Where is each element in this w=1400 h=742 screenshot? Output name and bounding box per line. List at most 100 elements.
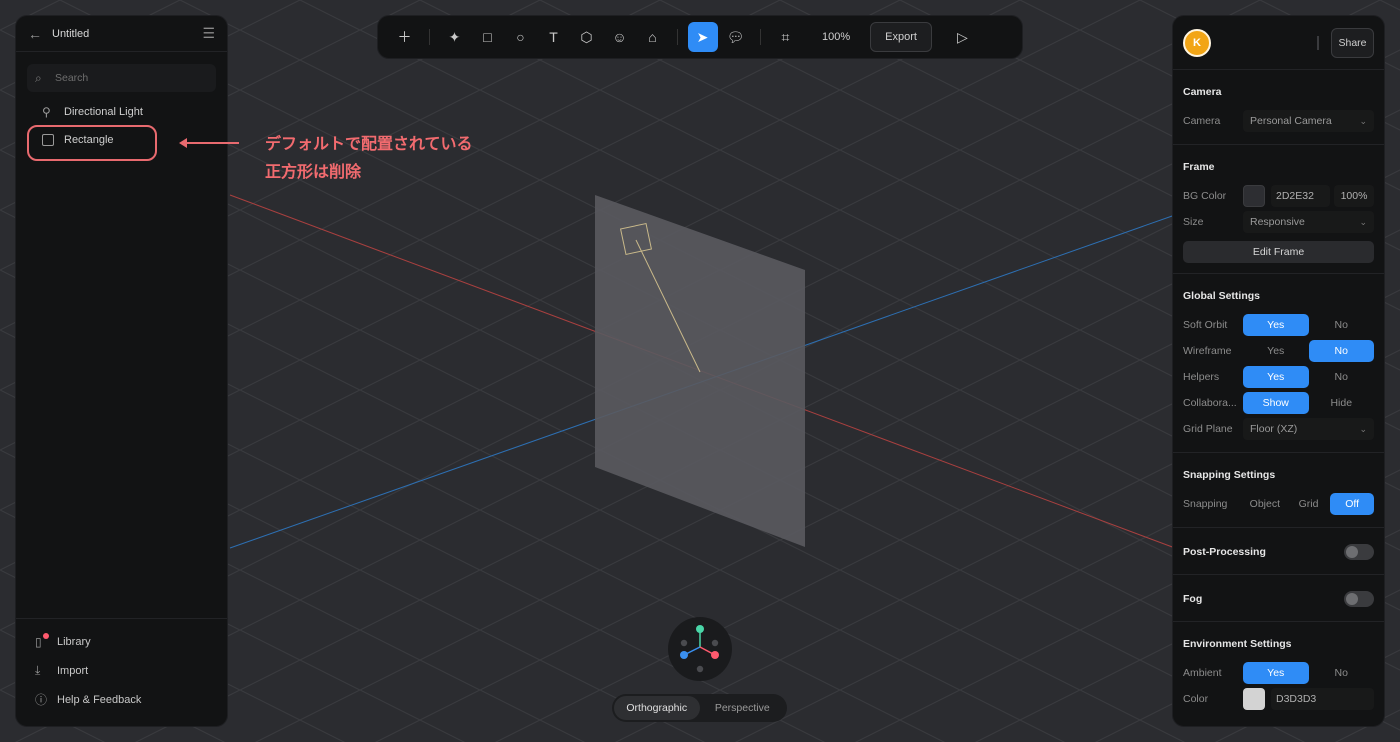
wireframe-label: Wireframe [1183,345,1232,357]
helpers-no[interactable]: No [1309,366,1375,388]
env-color-swatch[interactable] [1243,688,1265,710]
chevron-down-icon: ⌄ [1359,216,1367,227]
helpers-yes[interactable]: Yes [1243,366,1309,388]
document-title[interactable]: Untitled [52,28,202,40]
snapping-off[interactable]: Off [1330,493,1375,515]
orientation-gizmo[interactable] [668,617,732,681]
environment-heading: Environment Settings [1183,638,1292,650]
wireframe-no[interactable]: No [1308,340,1374,362]
search-input[interactable] [55,72,205,84]
snapping-label: Snapping [1183,498,1228,510]
library-link[interactable]: ▯ Library [16,627,227,656]
header-divider [1317,35,1319,50]
soft-orbit-no[interactable]: No [1309,314,1375,336]
size-value: Responsive [1250,216,1305,228]
annotation-arrow [179,138,239,148]
notification-dot [43,632,49,639]
size-label: Size [1183,216,1204,228]
import-link[interactable]: ⤓ Import [16,656,227,685]
tag-tool-icon[interactable]: ⌂ [638,22,668,52]
emoji-tool-icon[interactable]: ☺ [605,22,635,52]
import-label: Import [57,664,89,677]
cube-tool-icon[interactable]: ⬡ [572,22,602,52]
top-toolbar: ＋ ✦ □ ○ T ⬡ ☺ ⌂ ➤ 💬︎ ⌗ 100% Export ▷ [377,15,1023,59]
play-icon[interactable]: ▷ [947,22,977,52]
perspective-option[interactable]: Perspective [700,696,786,720]
orthographic-option[interactable]: Orthographic [614,696,700,720]
snapping-section: Snapping Settings Snapping Object Grid O… [1173,453,1384,528]
grid-plane-value: Floor (XZ) [1250,423,1298,435]
export-button[interactable]: Export [870,22,932,52]
env-color-label: Color [1183,693,1209,705]
camera-section: Camera Camera Personal Camera ⌄ [1173,70,1384,145]
frame-section: Frame BG Color 2D2E32 100% Size Responsi… [1173,145,1384,274]
ambient-yes[interactable]: Yes [1243,662,1309,684]
camera-select[interactable]: Personal Camera ⌄ [1243,110,1374,132]
camera-value: Personal Camera [1250,115,1332,127]
fog-switch[interactable] [1344,591,1374,607]
chevron-down-icon: ⌄ [1359,423,1367,434]
snapping-grid[interactable]: Grid [1287,493,1331,515]
snapping-object[interactable]: Object [1243,493,1287,515]
soft-orbit-label: Soft Orbit [1183,319,1228,331]
fog-section: Fog [1173,575,1384,622]
ellipse-tool-icon[interactable]: ○ [506,22,536,52]
chevron-down-icon: ⌄ [1359,115,1367,126]
helpers-toggle: Yes No [1243,366,1374,388]
annotation-highlight-ring [27,125,157,161]
collab-hide[interactable]: Hide [1309,392,1375,414]
global-heading: Global Settings [1183,290,1261,302]
library-label: Library [57,635,91,648]
layer-item-directional-light[interactable]: ⚲ Directional Light [16,98,227,126]
add-icon[interactable]: ＋ [390,22,420,52]
grid-plane-label: Grid Plane [1183,423,1233,435]
collab-show[interactable]: Show [1243,392,1309,414]
env-color-hex[interactable]: D3D3D3 [1271,688,1374,710]
ai-sparkle-icon[interactable]: ✦ [440,22,470,52]
share-button[interactable]: Share [1331,27,1374,58]
edit-frame-button[interactable]: Edit Frame [1183,241,1374,263]
collab-toggle: Show Hide [1243,392,1374,414]
search-box[interactable]: ⌕ [27,64,216,92]
bg-color-swatch[interactable] [1243,185,1265,207]
annotation-text: デフォルトで配置されている 正方形は削除 [265,131,473,187]
environment-section: Environment Settings Ambient Yes No Colo… [1173,622,1384,722]
toolbar-divider [760,29,761,45]
ambient-no[interactable]: No [1309,662,1375,684]
select-tool-icon[interactable]: ➤ [687,22,718,52]
annotation-line-2: 正方形は削除 [265,164,362,181]
snapping-heading: Snapping Settings [1183,469,1276,481]
back-arrow-icon[interactable]: ← [28,26,52,42]
soft-orbit-yes[interactable]: Yes [1243,314,1309,336]
bg-color-hex[interactable]: 2D2E32 [1271,185,1330,207]
post-processing-switch[interactable] [1344,544,1374,560]
text-tool-icon[interactable]: T [539,22,569,52]
projection-switch: Orthographic Perspective [612,694,787,722]
snapping-toggle: Object Grid Off [1243,493,1375,515]
library-icon: ▯ [35,632,57,649]
post-processing-section: Post-Processing [1173,528,1384,575]
avatar[interactable]: K [1183,28,1211,57]
zoom-level[interactable]: 100% [802,31,870,43]
annotation-line-1: デフォルトで配置されている [265,136,473,153]
size-select[interactable]: Responsive ⌄ [1243,211,1374,233]
hamburger-menu-icon[interactable]: ☰ [202,25,215,42]
global-settings-section: Global Settings Soft Orbit Yes No Wirefr… [1173,274,1384,453]
collab-label: Collabora... [1183,397,1237,409]
ambient-label: Ambient [1183,667,1222,679]
grid-plane-select[interactable]: Floor (XZ) ⌄ [1243,418,1374,440]
help-label: Help & Feedback [57,693,142,706]
wireframe-yes[interactable]: Yes [1243,340,1309,362]
ambient-toggle: Yes No [1243,662,1374,684]
wireframe-toggle: Yes No [1243,340,1374,362]
frame-focus-icon[interactable]: ⌗ [771,22,801,52]
rectangle-tool-icon[interactable]: □ [473,22,503,52]
comment-tool-icon[interactable]: 💬︎ [721,22,751,52]
help-link[interactable]: ⓘ Help & Feedback [16,685,227,714]
layer-label: Directional Light [64,106,143,118]
properties-panel: K Share Camera Camera Personal Camera ⌄ … [1172,15,1385,727]
soft-orbit-toggle: Yes No [1243,314,1374,336]
search-icon: ⌕ [35,70,42,85]
fog-heading: Fog [1183,593,1203,605]
bg-opacity[interactable]: 100% [1334,185,1374,207]
